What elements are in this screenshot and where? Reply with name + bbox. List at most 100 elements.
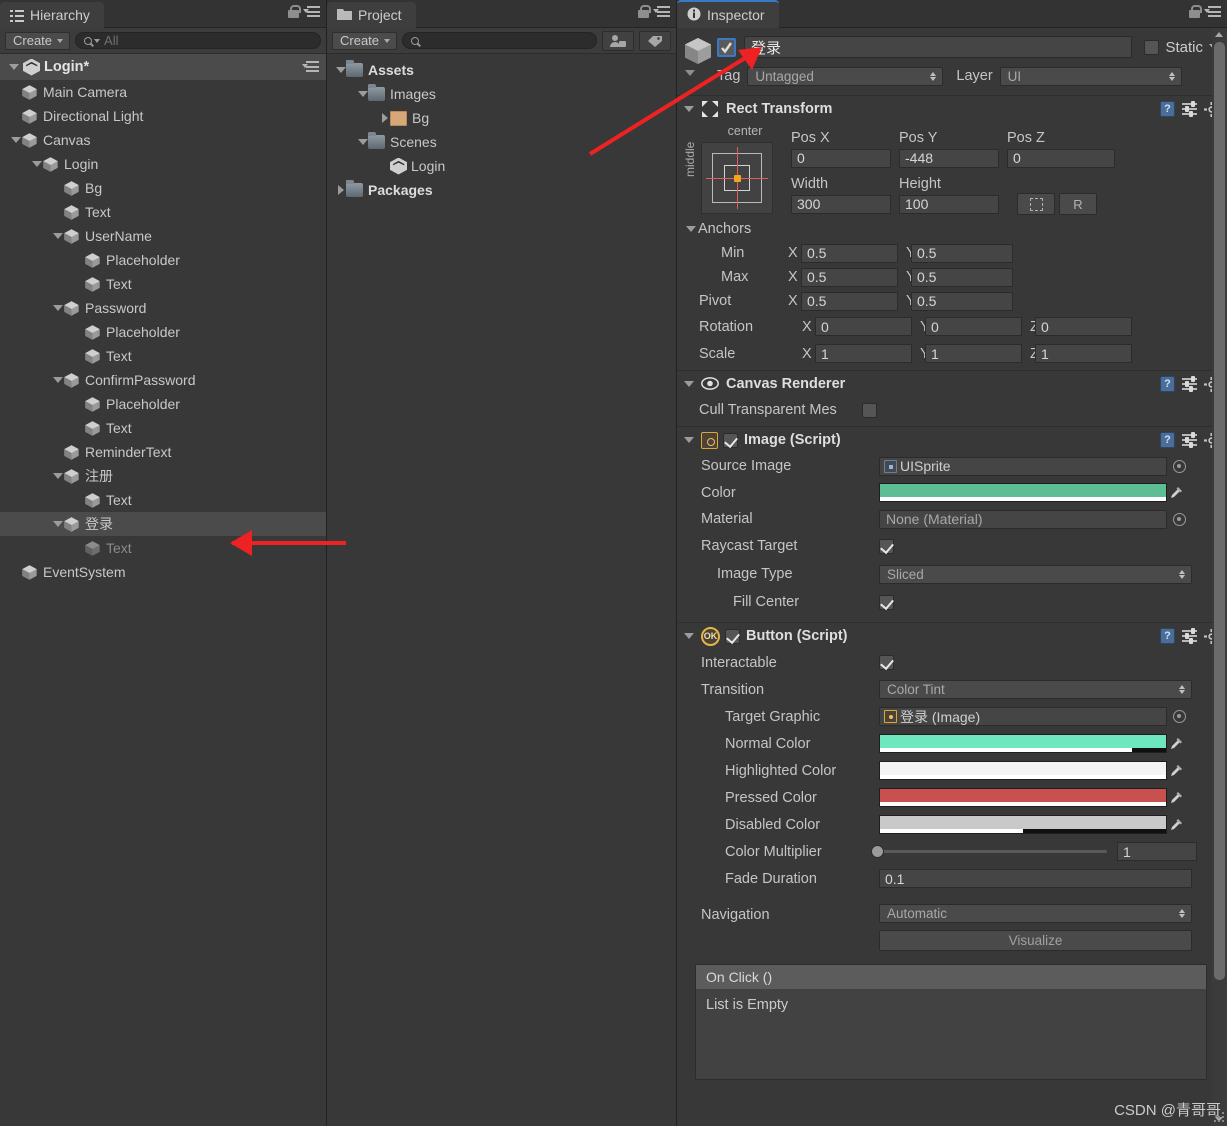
label-filter-icon[interactable] (639, 30, 671, 51)
rotation-x-input[interactable]: 0 (815, 317, 912, 336)
anchor-min-y-input[interactable]: 0.5 (911, 243, 1013, 263)
scroll-up-arrow-icon[interactable] (1215, 32, 1223, 37)
project-search-input[interactable] (402, 32, 597, 49)
anchor-preset-preview[interactable] (701, 142, 773, 214)
hierarchy-item-Canvas[interactable]: Canvas (0, 128, 326, 152)
help-icon[interactable]: ? (1160, 101, 1175, 117)
project-create-button[interactable]: Create (332, 31, 398, 50)
rotation-y-input[interactable]: 0 (925, 317, 1022, 336)
help-icon[interactable]: ? (1160, 628, 1175, 644)
hierarchy-item-Text[interactable]: Text (0, 416, 326, 440)
color-swatch[interactable] (879, 761, 1167, 780)
hierarchy-item-ReminderText[interactable]: ReminderText (0, 440, 326, 464)
target-graphic-objectfield[interactable]: 登录 (Image) (879, 707, 1167, 726)
raw-edit-mode-button[interactable]: R (1059, 193, 1097, 215)
hierarchy-item-Login[interactable]: Login (0, 152, 326, 176)
expand-arrow-icon[interactable] (52, 305, 63, 311)
navigation-dropdown[interactable]: Automatic (879, 904, 1192, 923)
gameobject-name-input[interactable]: 登录 (744, 36, 1133, 58)
hierarchy-search-input[interactable]: All (75, 32, 321, 49)
project-item-Scenes[interactable]: Scenes (327, 130, 676, 154)
tab-hierarchy[interactable]: Hierarchy (0, 2, 104, 28)
image-expand-arrow-icon[interactable] (683, 437, 694, 443)
project-item-Assets[interactable]: Assets (327, 58, 676, 82)
tag-dropdown[interactable]: Untagged (747, 66, 944, 86)
hierarchy-item-UserName[interactable]: UserName (0, 224, 326, 248)
panel-menu-icon[interactable] (653, 5, 670, 18)
expand-arrow-icon[interactable] (357, 139, 368, 145)
button-enabled-checkbox[interactable] (725, 628, 740, 644)
preset-icon[interactable] (1182, 432, 1197, 448)
canvas-renderer-header[interactable]: Canvas Renderer ? (677, 371, 1227, 397)
anchor-max-y-input[interactable]: 0.5 (911, 267, 1013, 287)
color-swatch[interactable] (879, 734, 1167, 753)
expand-arrow-icon[interactable] (10, 137, 21, 143)
hierarchy-item-ConfirmPassword[interactable]: ConfirmPassword (0, 368, 326, 392)
hierarchy-item-Placeholder[interactable]: Placeholder (0, 320, 326, 344)
color-swatch[interactable] (879, 815, 1167, 834)
pivot-x-input[interactable]: 0.5 (801, 291, 898, 311)
rotation-z-input[interactable]: 0 (1035, 317, 1132, 336)
fill-center-checkbox[interactable] (879, 594, 894, 610)
hierarchy-create-button[interactable]: Create (5, 31, 71, 50)
lock-icon[interactable] (1189, 5, 1202, 18)
anchor-min-x-input[interactable]: 0.5 (801, 243, 898, 263)
target-graphic-picker-icon[interactable] (1173, 710, 1186, 723)
tab-inspector[interactable]: Inspector (677, 0, 779, 28)
button-expand-arrow-icon[interactable] (683, 633, 694, 639)
lock-icon[interactable] (638, 5, 651, 18)
width-input[interactable]: 300 (791, 194, 891, 214)
lock-icon[interactable] (288, 5, 301, 18)
anchor-max-x-input[interactable]: 0.5 (801, 267, 898, 287)
eyedropper-icon[interactable] (1167, 486, 1184, 500)
hierarchy-item-Password[interactable]: Password (0, 296, 326, 320)
icon-dropdown-arrow-icon[interactable] (685, 70, 695, 76)
help-icon[interactable]: ? (1160, 432, 1175, 448)
project-item-Bg[interactable]: Bg (327, 106, 676, 130)
rect-transform-header[interactable]: Rect Transform ? (677, 96, 1227, 122)
tab-project[interactable]: Project (327, 2, 416, 28)
preset-icon[interactable] (1182, 628, 1197, 644)
panel-menu-icon[interactable] (1204, 5, 1221, 18)
collapse-arrow-icon[interactable] (335, 185, 346, 195)
on-click-header[interactable]: On Click () (696, 965, 1206, 989)
expand-arrow-icon[interactable] (52, 521, 63, 527)
hierarchy-item-登录[interactable]: 登录 (0, 512, 326, 536)
visualize-button[interactable]: Visualize (879, 929, 1192, 951)
hierarchy-item-注册[interactable]: 注册 (0, 464, 326, 488)
hierarchy-item-Placeholder[interactable]: Placeholder (0, 248, 326, 272)
pivot-y-input[interactable]: 0.5 (911, 291, 1013, 311)
raycast-target-checkbox[interactable] (879, 538, 894, 554)
expand-arrow-icon[interactable] (52, 233, 63, 239)
scale-y-input[interactable]: 1 (925, 344, 1022, 363)
hierarchy-item-EventSystem[interactable]: EventSystem (0, 560, 326, 584)
anchors-row[interactable]: Anchors (677, 216, 1227, 241)
preset-icon[interactable] (1182, 101, 1197, 117)
transition-dropdown[interactable]: Color Tint (879, 680, 1192, 699)
hierarchy-item-Text[interactable]: Text (0, 272, 326, 296)
blueprint-mode-button[interactable] (1017, 193, 1055, 215)
hierarchy-item-Directional Light[interactable]: Directional Light (0, 104, 326, 128)
button-component-header[interactable]: OK Button (Script) ? (677, 623, 1227, 649)
rect-transform-expand-arrow-icon[interactable] (683, 106, 694, 112)
color-swatch[interactable] (879, 788, 1167, 807)
interactable-checkbox[interactable] (879, 655, 894, 670)
pos-y-input[interactable]: -448 (899, 148, 999, 168)
expand-arrow-icon[interactable] (335, 67, 346, 73)
hierarchy-item-Text[interactable]: Text (0, 488, 326, 512)
hierarchy-item-Main Camera[interactable]: Main Camera (0, 80, 326, 104)
hierarchy-item-Text[interactable]: Text (0, 200, 326, 224)
height-input[interactable]: 100 (899, 194, 999, 214)
panel-menu-icon[interactable] (303, 5, 320, 18)
source-image-objectfield[interactable]: UISprite (879, 456, 1167, 476)
color-multiplier-slider[interactable] (871, 843, 1107, 860)
project-tree[interactable]: Assets Images Bg Scenes Login Packages (327, 54, 676, 1126)
pos-z-input[interactable]: 0 (1007, 148, 1115, 168)
anchors-expand-arrow-icon[interactable] (685, 226, 696, 232)
hierarchy-tree[interactable]: Login* Main Camera Directional Light Canva… (0, 54, 326, 1126)
cull-transparent-mesh-checkbox[interactable] (862, 402, 877, 418)
expand-arrow-icon[interactable] (52, 377, 63, 383)
project-item-Images[interactable]: Images (327, 82, 676, 106)
expand-arrow-icon[interactable] (31, 161, 42, 167)
fade-duration-input[interactable]: 0.1 (879, 869, 1192, 888)
